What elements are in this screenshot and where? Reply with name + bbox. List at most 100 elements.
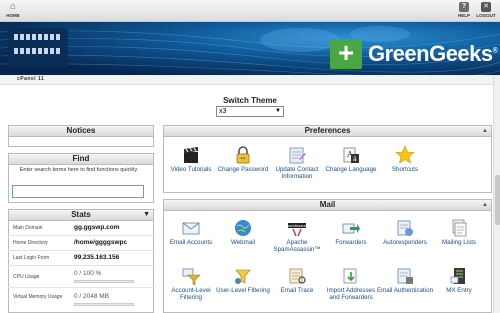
app-label: Email Accounts — [169, 239, 213, 246]
cpu-usage-bar — [74, 280, 134, 283]
envelope-icon — [182, 222, 200, 235]
logout-label: LOGOUT — [476, 13, 496, 18]
switch-theme-title: Switch Theme — [223, 96, 277, 105]
notices-header: Notices — [8, 125, 154, 137]
theme-select[interactable]: x3 ▼ — [216, 106, 284, 117]
change-language-link[interactable]: A ä Change Language — [322, 145, 380, 173]
autoresponders-link[interactable]: Autoresponders — [376, 218, 434, 246]
stat-label: CPU Usage — [13, 274, 40, 280]
mx-server-icon — [450, 268, 465, 284]
find-title: Find — [72, 154, 90, 163]
email-auth-icon — [397, 268, 413, 284]
user-filter-icon — [235, 269, 251, 284]
memory-usage-bar — [74, 303, 134, 306]
email-trace-link[interactable]: Email Trace — [268, 266, 326, 294]
app-label: Change Password — [217, 166, 269, 173]
stat-row-main-domain: Main Domain gg.ggswp.com — [8, 221, 154, 236]
cpanel-page: ⌂ HOME ? HELP ✕ LOGOUT + GreenGeeks® cPa… — [0, 0, 500, 313]
theme-select-value: x3 — [219, 108, 227, 115]
user-level-filtering-link[interactable]: User-Level Filtering — [214, 266, 272, 294]
app-label: Autoresponders — [383, 239, 427, 246]
notices-body — [8, 137, 154, 147]
lock-password-icon: ** — [236, 146, 250, 164]
stats-title: Stats — [71, 210, 91, 219]
mail-header: Mail ▲ — [163, 199, 492, 211]
email-authentication-link[interactable]: Email Authentication — [376, 266, 434, 294]
forwarders-link[interactable]: Forwarders — [322, 218, 380, 246]
collapse-arrow-icon[interactable]: ▼ — [143, 210, 150, 220]
import-icon — [343, 268, 357, 284]
stat-label: Home Directory — [13, 240, 48, 246]
stat-row-virtual-memory: Virtual Memory Usage 0 / 2048 MB — [8, 288, 154, 313]
help-icon: ? — [459, 2, 469, 12]
video-tutorials-link[interactable]: Video Tutorials — [162, 145, 220, 173]
find-search-input[interactable] — [12, 185, 144, 198]
stat-value: 0 / 100 % — [74, 270, 102, 277]
stat-label: Main Domain — [13, 225, 43, 231]
stat-label: Last Login From — [13, 255, 50, 261]
webmail-globe-icon — [235, 220, 251, 236]
logout-button[interactable]: ✕ LOGOUT — [475, 2, 497, 18]
home-button[interactable]: ⌂ HOME — [2, 1, 24, 19]
scrollbar-thumb[interactable] — [495, 175, 500, 225]
top-toolbar: ⌂ HOME ? HELP ✕ LOGOUT — [0, 0, 500, 22]
app-label: Update Contact Information — [275, 166, 319, 180]
app-label: Shortcuts — [391, 166, 419, 173]
preferences-title: Preferences — [304, 126, 351, 135]
mailing-lists-link[interactable]: Mailing Lists — [430, 218, 488, 246]
app-label: Import Addresses and Forwarders — [326, 287, 376, 301]
shortcuts-link[interactable]: Shortcuts — [376, 145, 434, 173]
help-label: HELP — [457, 13, 470, 18]
account-level-filtering-link[interactable]: Account-Level Filtering — [162, 266, 220, 301]
svg-text:ä: ä — [353, 156, 357, 163]
find-hint: Enter search terms here to find function… — [19, 167, 139, 173]
collapse-arrow-icon[interactable]: ▲ — [482, 126, 488, 136]
email-trace-icon — [289, 268, 306, 284]
logout-icon: ✕ — [481, 2, 491, 12]
help-button[interactable]: ? HELP — [453, 2, 475, 18]
notices-title: Notices — [66, 126, 96, 135]
collapse-arrow-icon[interactable]: ▲ — [482, 200, 488, 210]
brand-name: GreenGeeks® — [368, 41, 498, 66]
app-label: Apache SpamAssassin™ — [273, 239, 321, 253]
svg-text:**: ** — [241, 157, 247, 163]
chevron-down-icon: ▼ — [275, 108, 281, 114]
spamassassin-link[interactable]: SpamAssassin Apache SpamAssassin™ — [268, 218, 326, 253]
stat-row-last-login: Last Login From 99.235.163.156 — [8, 251, 154, 266]
find-header: Find — [8, 153, 154, 165]
contact-card-icon — [289, 147, 306, 164]
clapperboard-icon — [184, 147, 198, 163]
update-contact-info-link[interactable]: Update Contact Information — [268, 145, 326, 180]
mail-title: Mail — [319, 200, 336, 209]
autoresponder-icon — [397, 220, 413, 236]
app-label: Video Tutorials — [170, 166, 212, 173]
app-label: Email Trace — [280, 287, 314, 294]
plus-logo-icon: + — [330, 39, 362, 69]
stat-label: Virtual Memory Usage — [13, 294, 63, 300]
switch-theme: Switch Theme x3 ▼ — [216, 96, 284, 117]
mx-entry-link[interactable]: MX Entry — [430, 266, 488, 294]
webmail-link[interactable]: Webmail — [214, 218, 272, 246]
stat-row-home-directory: Home Directory /home/ggggswpc — [8, 236, 154, 251]
app-label: Account-Level Filtering — [171, 287, 211, 301]
home-icon: ⌂ — [9, 1, 17, 12]
spamassassin-icon: SpamAssassin — [287, 223, 307, 237]
stat-value: /home/ggggswpc — [74, 239, 128, 246]
app-label: MX Entry — [446, 287, 472, 294]
cpanel-version-label: cPanel 11 — [17, 76, 45, 82]
app-label: Change Language — [325, 166, 377, 173]
app-label: Email Authentication — [376, 287, 434, 294]
cpanel-bar: cPanel 11 — [0, 75, 500, 85]
stat-value: 99.235.163.156 — [74, 254, 120, 261]
change-password-link[interactable]: ** Change Password — [214, 145, 272, 173]
stat-value: 0 / 2048 MB — [74, 293, 110, 300]
funnel-icon — [182, 268, 201, 286]
home-label: HOME — [6, 13, 20, 18]
import-addresses-link[interactable]: Import Addresses and Forwarders — [322, 266, 380, 301]
language-icon: A ä — [343, 147, 359, 163]
mailing-list-icon — [452, 219, 467, 237]
app-label: Forwarders — [335, 239, 367, 246]
app-label: Mailing Lists — [441, 239, 477, 246]
vertical-scrollbar[interactable] — [493, 75, 500, 313]
email-accounts-link[interactable]: Email Accounts — [162, 218, 220, 246]
